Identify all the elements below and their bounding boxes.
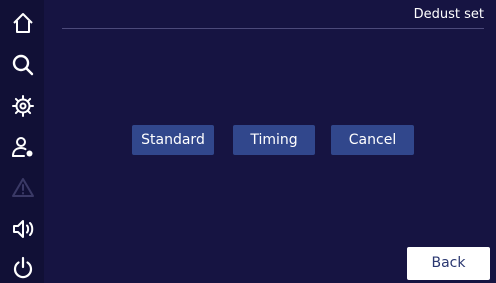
power-icon[interactable] [10,255,36,281]
back-button[interactable]: Back [407,247,490,280]
user-settings-icon[interactable] [10,134,36,160]
warning-icon [10,175,36,201]
sidebar [0,0,44,283]
volume-icon[interactable] [10,216,36,242]
standard-button[interactable]: Standard [132,125,214,155]
home-icon[interactable] [10,10,36,36]
gear-icon[interactable] [10,93,36,119]
timing-button[interactable]: Timing [233,125,315,155]
cancel-button[interactable]: Cancel [331,125,414,155]
search-icon[interactable] [10,52,36,78]
dedust-screen: Dedust set Standard Timing Cancel Back [0,0,496,283]
page-title: Dedust set [413,7,484,22]
title-divider [62,28,484,29]
